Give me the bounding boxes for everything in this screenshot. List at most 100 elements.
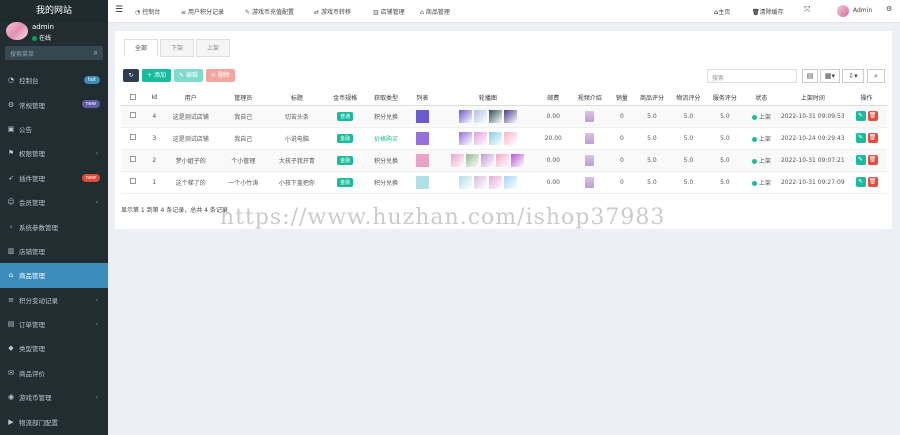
top-nav-item[interactable]: ⌂ 商品管理 xyxy=(420,7,450,16)
top-nav-item[interactable]: ≡ 用户积分记录 xyxy=(181,7,224,16)
top-nav-item[interactable]: ◔ 控制台 xyxy=(135,7,160,16)
column-header[interactable]: 状态 xyxy=(743,91,780,106)
video-file-icon[interactable] xyxy=(585,110,595,122)
carousel-image[interactable] xyxy=(451,153,465,167)
home-link[interactable]: ⌂主页 xyxy=(714,7,730,16)
column-header[interactable]: 商品评分 xyxy=(633,91,671,106)
carousel-image[interactable] xyxy=(503,109,517,123)
sidebar-item[interactable]: › 系统参数管理 xyxy=(0,214,108,238)
row-edit-icon[interactable]: ✎ xyxy=(855,133,866,143)
column-header[interactable]: 管理员 xyxy=(217,91,270,106)
carousel-image[interactable] xyxy=(458,109,472,123)
row-edit-icon[interactable]: ✎ xyxy=(855,111,866,121)
video-file-icon[interactable] xyxy=(585,176,595,188)
carousel-image[interactable] xyxy=(473,109,487,123)
column-header[interactable]: 金币规格 xyxy=(324,91,366,106)
chevron-left-icon: ‹ xyxy=(95,198,98,206)
row-checkbox[interactable] xyxy=(129,178,136,184)
sidebar-search-input[interactable]: 搜索菜单 ⌕ xyxy=(5,46,103,60)
sidebar-item[interactable]: ◆ 类型管理 xyxy=(0,336,108,360)
columns-dropdown-icon[interactable]: ▦▾ xyxy=(820,69,840,83)
column-header[interactable]: 邮费 xyxy=(537,91,570,106)
settings-gear-icon[interactable]: ⚙ xyxy=(886,5,892,13)
row-edit-icon[interactable]: ✎ xyxy=(855,155,866,165)
column-header[interactable]: Id xyxy=(144,91,164,106)
column-header[interactable]: 上架时间 xyxy=(779,91,847,106)
select-all-checkbox[interactable] xyxy=(129,93,136,100)
column-header[interactable]: 视频介绍 xyxy=(569,91,611,106)
carousel-image[interactable] xyxy=(503,175,517,189)
sidebar-item[interactable]: ≡ 积分变动记录 ‹ xyxy=(0,288,108,312)
row-delete-icon[interactable]: 🗑 xyxy=(867,111,878,121)
video-file-icon[interactable] xyxy=(585,154,595,166)
sidebar-item[interactable]: ⌂ 商品管理 xyxy=(0,263,108,288)
brand-logo[interactable]: 我的网站 xyxy=(0,0,108,22)
refresh-button[interactable]: ↻ xyxy=(123,69,139,82)
carousel-image[interactable] xyxy=(458,175,472,189)
sidebar-item[interactable]: ▣ 公告 xyxy=(0,117,108,141)
carousel-image[interactable] xyxy=(503,131,517,145)
tab-all[interactable]: 全部 xyxy=(124,39,159,57)
sidebar-item[interactable]: ⚙ 常规管理 new xyxy=(0,92,108,116)
admin-user-link[interactable]: Admin xyxy=(853,7,872,14)
edit-button[interactable]: ✎ 编辑 xyxy=(173,69,203,82)
column-header[interactable]: 操作 xyxy=(846,91,887,106)
carousel-image[interactable] xyxy=(481,153,495,167)
carousel-image[interactable] xyxy=(488,109,502,123)
column-header[interactable]: 物流评分 xyxy=(670,91,707,106)
add-button[interactable]: + 添加 xyxy=(142,69,171,82)
fullscreen-icon[interactable]: ⤧ xyxy=(804,5,810,15)
sidebar-item[interactable]: ◉ 游戏币管理 ‹ xyxy=(0,385,108,409)
column-header[interactable]: 用户 xyxy=(163,91,218,106)
advanced-search-icon[interactable]: ⌕ xyxy=(867,69,885,83)
carousel-image[interactable] xyxy=(458,131,472,145)
top-nav-item[interactable]: ⇄ 游戏币转移 xyxy=(314,7,351,16)
tab-offshelf[interactable]: 下架 xyxy=(160,39,195,57)
sidebar-item[interactable]: ▤ 订单管理 ‹ xyxy=(0,312,108,336)
carousel-image[interactable] xyxy=(488,131,502,145)
row-edit-icon[interactable]: ✎ xyxy=(855,177,866,187)
sidebar-item[interactable]: ▶ 物流部门配置 xyxy=(0,409,108,433)
toggle-view-icon[interactable]: ▤ xyxy=(802,69,818,83)
carousel-image[interactable] xyxy=(488,175,502,189)
column-header[interactable]: 服务评分 xyxy=(706,91,744,106)
delete-button[interactable]: ✕ 删除 xyxy=(205,69,235,82)
admin-avatar[interactable] xyxy=(837,5,849,17)
clear-cache-button[interactable]: 🗑清除缓存 xyxy=(752,7,784,16)
tab-onshelf[interactable]: 上架 xyxy=(196,39,231,57)
carousel-image[interactable] xyxy=(466,153,480,167)
column-header[interactable]: 获取类型 xyxy=(365,91,407,106)
video-file-icon[interactable] xyxy=(585,132,595,144)
column-header[interactable]: 标题 xyxy=(269,91,325,106)
carousel-image[interactable] xyxy=(511,153,525,167)
sidebar-item[interactable]: ➶ 插件管理 new xyxy=(0,166,108,190)
sidebar-item[interactable]: ⚑ 权限管理 ‹ xyxy=(0,141,108,165)
column-header[interactable]: 列表 xyxy=(406,91,439,106)
export-dropdown-icon[interactable]: ⇩▾ xyxy=(842,69,864,83)
list-image[interactable] xyxy=(415,153,429,167)
row-checkbox[interactable] xyxy=(129,112,136,118)
list-image[interactable] xyxy=(415,131,429,145)
row-delete-icon[interactable]: 🗑 xyxy=(867,133,878,143)
column-header[interactable]: 轮播图 xyxy=(438,91,538,106)
menu-toggle-icon[interactable]: ☰ xyxy=(115,5,123,15)
carousel-image[interactable] xyxy=(473,175,487,189)
list-image[interactable] xyxy=(415,109,429,123)
sidebar-item[interactable]: ✉ 商品评价 xyxy=(0,361,108,385)
sidebar-item[interactable]: ☺ 会员管理 ‹ xyxy=(0,190,108,214)
table-search-input[interactable]: 搜索 xyxy=(707,69,797,83)
carousel-image[interactable] xyxy=(473,131,487,145)
carousel-image[interactable] xyxy=(496,153,510,167)
row-checkbox[interactable] xyxy=(129,134,136,140)
row-delete-icon[interactable]: 🗑 xyxy=(867,155,878,165)
row-checkbox[interactable] xyxy=(129,156,136,162)
list-image[interactable] xyxy=(415,175,429,189)
sidebar-item[interactable]: ▥ 店铺管理 xyxy=(0,239,108,263)
top-nav-item[interactable]: ✎ 游戏币充值配置 xyxy=(245,7,294,16)
row-delete-icon[interactable]: 🗑 xyxy=(867,177,878,187)
top-nav-item[interactable]: ▥ 店铺管理 xyxy=(373,7,405,16)
search-icon[interactable]: ⌕ xyxy=(94,48,98,58)
avatar[interactable] xyxy=(6,22,28,40)
column-header[interactable]: 销量 xyxy=(610,91,634,106)
sidebar-item[interactable]: ◔ 控制台 hot xyxy=(0,68,108,92)
